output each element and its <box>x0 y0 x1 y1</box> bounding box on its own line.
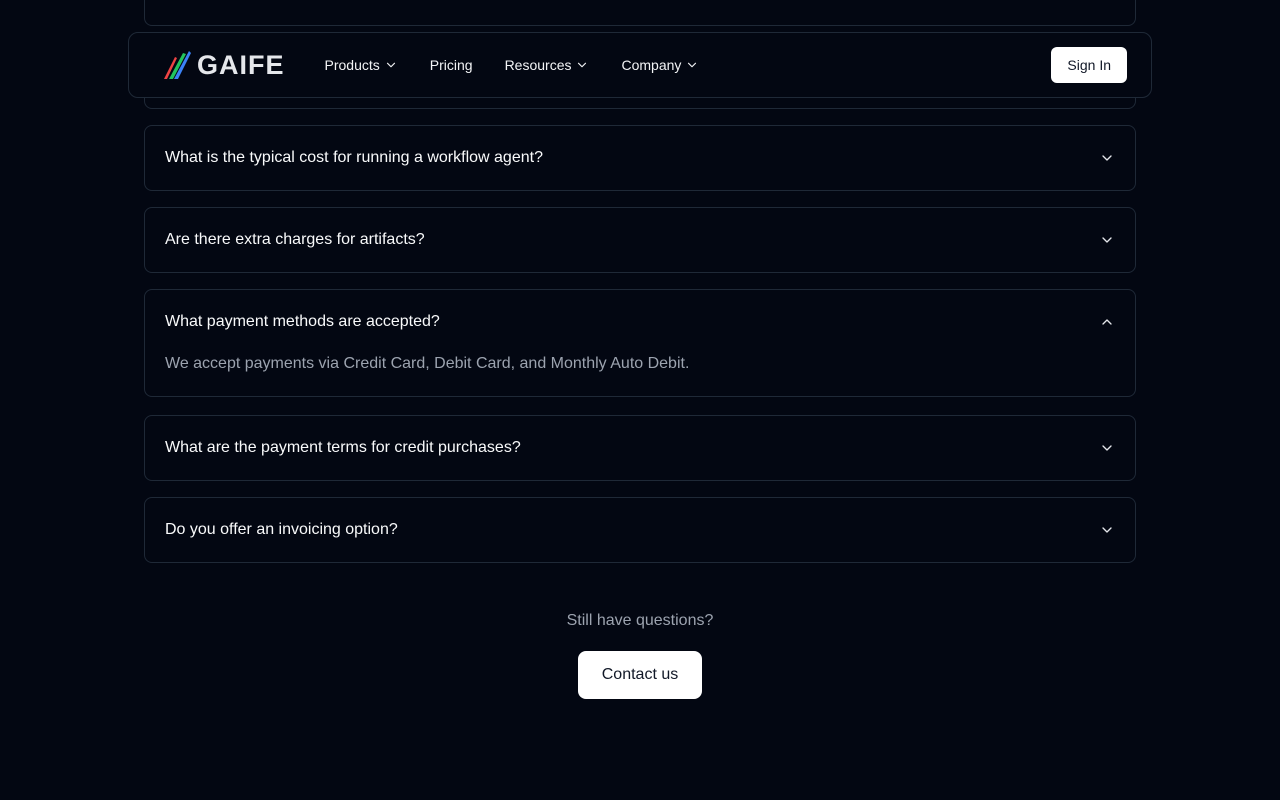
faq-item[interactable]: Are there extra charges for artifacts? <box>144 207 1136 273</box>
brand-logo[interactable]: GAIFE <box>161 49 285 81</box>
sign-in-button[interactable]: Sign In <box>1051 47 1127 83</box>
faq-question: What are the payment terms for credit pu… <box>165 439 521 456</box>
chevron-up-icon[interactable] <box>1099 314 1115 330</box>
contact-us-button[interactable]: Contact us <box>578 651 702 699</box>
nav-item-label: Company <box>621 57 682 73</box>
nav-item-label: Pricing <box>429 57 473 73</box>
faq-question: Are there extra charges for artifacts? <box>165 231 425 248</box>
chevron-down-icon <box>384 58 398 72</box>
faq-item[interactable]: What is the typical cost for running a w… <box>144 125 1136 191</box>
nav-item-label: Resources <box>504 57 572 73</box>
faq-question-row[interactable]: Do you offer an invoicing option? <box>145 498 1135 562</box>
chevron-down-icon[interactable] <box>1099 440 1115 456</box>
nav-links: Products Pricing Resources Company <box>325 57 700 73</box>
faq-question: What is the typical cost for running a w… <box>165 149 543 166</box>
faq-question: Do you offer an invoicing option? <box>165 521 398 538</box>
faq-item-clipped-top[interactable] <box>144 0 1136 26</box>
chevron-down-icon <box>575 58 589 72</box>
chevron-down-icon <box>685 58 699 72</box>
faq-question-row[interactable]: What are the payment terms for credit pu… <box>145 416 1135 480</box>
faq-item[interactable]: What are the payment terms for credit pu… <box>144 415 1136 481</box>
chevron-down-icon[interactable] <box>1099 150 1115 166</box>
nav-item-resources[interactable]: Resources <box>505 57 590 73</box>
faq-answer: We accept payments via Credit Card, Debi… <box>165 355 690 372</box>
faq-question-row[interactable]: What payment methods are accepted? <box>145 290 1135 354</box>
faq-item-expanded[interactable]: What payment methods are accepted? We ac… <box>144 289 1136 397</box>
top-navbar: GAIFE Products Pricing Resources Company <box>128 32 1152 98</box>
chevron-down-icon[interactable] <box>1099 232 1115 248</box>
nav-item-company[interactable]: Company <box>621 57 699 73</box>
faq-item[interactable]: Do you offer an invoicing option? <box>144 497 1136 563</box>
nav-item-pricing[interactable]: Pricing <box>430 57 473 73</box>
faq-question-row[interactable]: What is the typical cost for running a w… <box>145 126 1135 190</box>
nav-item-products[interactable]: Products <box>325 57 398 73</box>
faq-question: What payment methods are accepted? <box>165 313 440 330</box>
still-have-questions-text: Still have questions? <box>566 612 714 629</box>
nav-item-label: Products <box>324 57 380 73</box>
chevron-down-icon[interactable] <box>1099 522 1115 538</box>
brand-name: GAIFE <box>197 49 285 80</box>
gaife-logo-icon <box>164 51 191 79</box>
faq-question-row[interactable]: Are there extra charges for artifacts? <box>145 208 1135 272</box>
pricing-faq-page: What is the typical cost for running a w… <box>0 0 1280 800</box>
